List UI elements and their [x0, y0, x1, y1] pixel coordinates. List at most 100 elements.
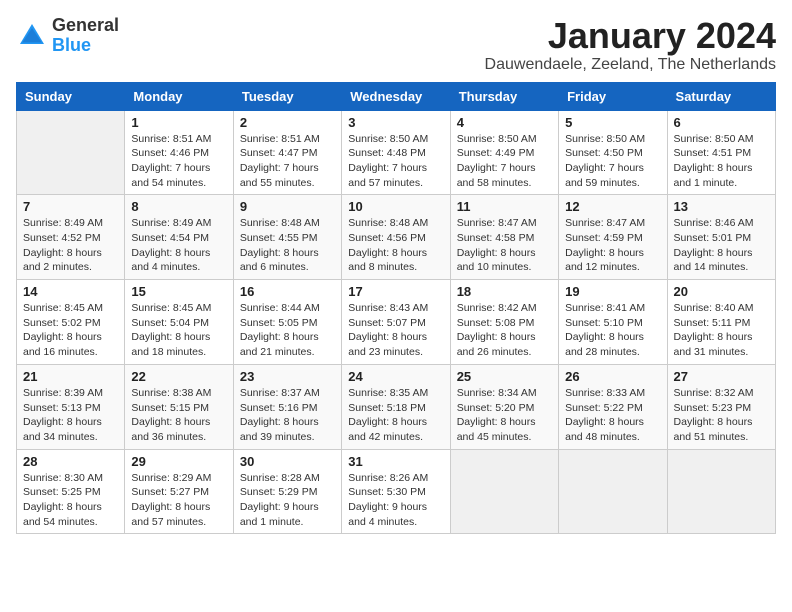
day-cell: 23 Sunrise: 8:37 AMSunset: 5:16 PMDaylig… [233, 364, 341, 449]
cell-info: Sunrise: 8:26 AMSunset: 5:30 PMDaylight:… [348, 472, 428, 528]
title-section: January 2024 Dauwendaele, Zeeland, The N… [485, 16, 776, 74]
day-cell: 17 Sunrise: 8:43 AMSunset: 5:07 PMDaylig… [342, 280, 450, 365]
day-cell: 5 Sunrise: 8:50 AMSunset: 4:50 PMDayligh… [559, 110, 667, 195]
date-number: 21 [23, 369, 118, 384]
date-number: 5 [565, 115, 660, 130]
date-number: 23 [240, 369, 335, 384]
date-number: 14 [23, 284, 118, 299]
day-cell: 18 Sunrise: 8:42 AMSunset: 5:08 PMDaylig… [450, 280, 558, 365]
day-cell: 19 Sunrise: 8:41 AMSunset: 5:10 PMDaylig… [559, 280, 667, 365]
date-number: 27 [674, 369, 769, 384]
cell-info: Sunrise: 8:43 AMSunset: 5:07 PMDaylight:… [348, 302, 428, 358]
cell-info: Sunrise: 8:50 AMSunset: 4:51 PMDaylight:… [674, 133, 754, 189]
cell-info: Sunrise: 8:51 AMSunset: 4:47 PMDaylight:… [240, 133, 320, 189]
day-header-sunday: Sunday [17, 82, 125, 110]
day-cell [17, 110, 125, 195]
week-row-2: 7 Sunrise: 8:49 AMSunset: 4:52 PMDayligh… [17, 195, 776, 280]
day-cell: 9 Sunrise: 8:48 AMSunset: 4:55 PMDayligh… [233, 195, 341, 280]
day-cell: 29 Sunrise: 8:29 AMSunset: 5:27 PMDaylig… [125, 449, 233, 534]
date-number: 7 [23, 199, 118, 214]
day-cell: 15 Sunrise: 8:45 AMSunset: 5:04 PMDaylig… [125, 280, 233, 365]
day-cell: 22 Sunrise: 8:38 AMSunset: 5:15 PMDaylig… [125, 364, 233, 449]
date-number: 31 [348, 454, 443, 469]
day-cell: 8 Sunrise: 8:49 AMSunset: 4:54 PMDayligh… [125, 195, 233, 280]
cell-info: Sunrise: 8:40 AMSunset: 5:11 PMDaylight:… [674, 302, 754, 358]
day-cell: 30 Sunrise: 8:28 AMSunset: 5:29 PMDaylig… [233, 449, 341, 534]
week-row-3: 14 Sunrise: 8:45 AMSunset: 5:02 PMDaylig… [17, 280, 776, 365]
cell-info: Sunrise: 8:41 AMSunset: 5:10 PMDaylight:… [565, 302, 645, 358]
date-number: 6 [674, 115, 769, 130]
date-number: 9 [240, 199, 335, 214]
day-cell: 1 Sunrise: 8:51 AMSunset: 4:46 PMDayligh… [125, 110, 233, 195]
week-row-4: 21 Sunrise: 8:39 AMSunset: 5:13 PMDaylig… [17, 364, 776, 449]
day-cell: 14 Sunrise: 8:45 AMSunset: 5:02 PMDaylig… [17, 280, 125, 365]
day-header-tuesday: Tuesday [233, 82, 341, 110]
day-cell [559, 449, 667, 534]
day-header-monday: Monday [125, 82, 233, 110]
cell-info: Sunrise: 8:45 AMSunset: 5:02 PMDaylight:… [23, 302, 103, 358]
cell-info: Sunrise: 8:29 AMSunset: 5:27 PMDaylight:… [131, 472, 211, 528]
date-number: 26 [565, 369, 660, 384]
date-number: 30 [240, 454, 335, 469]
day-cell: 16 Sunrise: 8:44 AMSunset: 5:05 PMDaylig… [233, 280, 341, 365]
cell-info: Sunrise: 8:48 AMSunset: 4:55 PMDaylight:… [240, 217, 320, 273]
cell-info: Sunrise: 8:51 AMSunset: 4:46 PMDaylight:… [131, 133, 211, 189]
cell-info: Sunrise: 8:34 AMSunset: 5:20 PMDaylight:… [457, 387, 537, 443]
date-number: 12 [565, 199, 660, 214]
week-row-5: 28 Sunrise: 8:30 AMSunset: 5:25 PMDaylig… [17, 449, 776, 534]
date-number: 8 [131, 199, 226, 214]
week-row-1: 1 Sunrise: 8:51 AMSunset: 4:46 PMDayligh… [17, 110, 776, 195]
cell-info: Sunrise: 8:49 AMSunset: 4:54 PMDaylight:… [131, 217, 211, 273]
day-cell [450, 449, 558, 534]
date-number: 16 [240, 284, 335, 299]
day-header-wednesday: Wednesday [342, 82, 450, 110]
date-number: 20 [674, 284, 769, 299]
logo-general-text: General [52, 15, 119, 35]
date-number: 17 [348, 284, 443, 299]
date-number: 1 [131, 115, 226, 130]
day-cell: 24 Sunrise: 8:35 AMSunset: 5:18 PMDaylig… [342, 364, 450, 449]
day-cell: 4 Sunrise: 8:50 AMSunset: 4:49 PMDayligh… [450, 110, 558, 195]
day-cell: 27 Sunrise: 8:32 AMSunset: 5:23 PMDaylig… [667, 364, 775, 449]
day-cell: 7 Sunrise: 8:49 AMSunset: 4:52 PMDayligh… [17, 195, 125, 280]
day-cell: 20 Sunrise: 8:40 AMSunset: 5:11 PMDaylig… [667, 280, 775, 365]
day-cell: 3 Sunrise: 8:50 AMSunset: 4:48 PMDayligh… [342, 110, 450, 195]
day-cell: 28 Sunrise: 8:30 AMSunset: 5:25 PMDaylig… [17, 449, 125, 534]
cell-info: Sunrise: 8:48 AMSunset: 4:56 PMDaylight:… [348, 217, 428, 273]
logo: General Blue [16, 16, 119, 56]
cell-info: Sunrise: 8:28 AMSunset: 5:29 PMDaylight:… [240, 472, 320, 528]
day-cell: 2 Sunrise: 8:51 AMSunset: 4:47 PMDayligh… [233, 110, 341, 195]
cell-info: Sunrise: 8:46 AMSunset: 5:01 PMDaylight:… [674, 217, 754, 273]
cell-info: Sunrise: 8:33 AMSunset: 5:22 PMDaylight:… [565, 387, 645, 443]
day-cell: 12 Sunrise: 8:47 AMSunset: 4:59 PMDaylig… [559, 195, 667, 280]
cell-info: Sunrise: 8:47 AMSunset: 4:59 PMDaylight:… [565, 217, 645, 273]
date-number: 3 [348, 115, 443, 130]
day-cell [667, 449, 775, 534]
day-cell: 25 Sunrise: 8:34 AMSunset: 5:20 PMDaylig… [450, 364, 558, 449]
day-cell: 10 Sunrise: 8:48 AMSunset: 4:56 PMDaylig… [342, 195, 450, 280]
cell-info: Sunrise: 8:42 AMSunset: 5:08 PMDaylight:… [457, 302, 537, 358]
date-number: 10 [348, 199, 443, 214]
cell-info: Sunrise: 8:44 AMSunset: 5:05 PMDaylight:… [240, 302, 320, 358]
date-number: 15 [131, 284, 226, 299]
day-header-saturday: Saturday [667, 82, 775, 110]
date-number: 4 [457, 115, 552, 130]
cell-info: Sunrise: 8:38 AMSunset: 5:15 PMDaylight:… [131, 387, 211, 443]
date-number: 19 [565, 284, 660, 299]
date-number: 11 [457, 199, 552, 214]
date-number: 25 [457, 369, 552, 384]
date-number: 22 [131, 369, 226, 384]
cell-info: Sunrise: 8:47 AMSunset: 4:58 PMDaylight:… [457, 217, 537, 273]
day-cell: 13 Sunrise: 8:46 AMSunset: 5:01 PMDaylig… [667, 195, 775, 280]
cell-info: Sunrise: 8:50 AMSunset: 4:50 PMDaylight:… [565, 133, 645, 189]
logo-icon [16, 20, 48, 52]
date-number: 28 [23, 454, 118, 469]
date-number: 13 [674, 199, 769, 214]
calendar-table: SundayMondayTuesdayWednesdayThursdayFrid… [16, 82, 776, 535]
calendar-subtitle: Dauwendaele, Zeeland, The Netherlands [485, 56, 776, 74]
day-cell: 11 Sunrise: 8:47 AMSunset: 4:58 PMDaylig… [450, 195, 558, 280]
day-header-row: SundayMondayTuesdayWednesdayThursdayFrid… [17, 82, 776, 110]
cell-info: Sunrise: 8:35 AMSunset: 5:18 PMDaylight:… [348, 387, 428, 443]
cell-info: Sunrise: 8:30 AMSunset: 5:25 PMDaylight:… [23, 472, 103, 528]
cell-info: Sunrise: 8:50 AMSunset: 4:48 PMDaylight:… [348, 133, 428, 189]
